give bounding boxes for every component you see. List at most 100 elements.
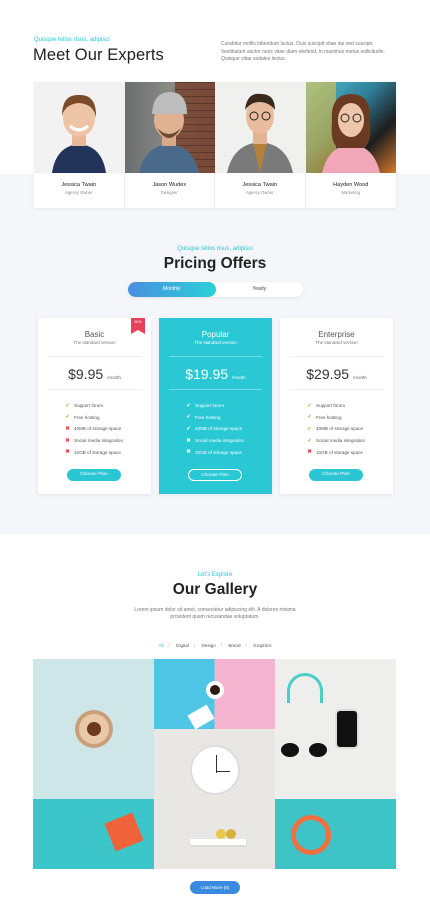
member-name: Jessica Twain	[242, 182, 278, 188]
feature-item: ✔ Social media integration	[307, 437, 366, 444]
member-name: Jessica Twain	[61, 182, 97, 188]
feature-item: ✖ 10GB of storage space	[307, 449, 363, 456]
feature-item: ✔ Support forum	[186, 402, 225, 409]
fruit-image	[226, 829, 236, 839]
plan-name: Basic	[84, 330, 105, 339]
team-row: Jessica Twain Agency Owner Jason Wudex D…	[34, 82, 396, 208]
smartphone-image	[337, 711, 357, 747]
toggle-yearly[interactable]: Yearly	[216, 282, 304, 297]
wall-clock-image	[190, 745, 240, 795]
feature-item: ✔ 40MB of storage space	[307, 425, 364, 432]
team-member-card[interactable]: Hayden Wood Marketing	[305, 82, 396, 208]
gallery-item[interactable]	[33, 659, 154, 799]
feature-list: ✔ Support forum ✔ Free hosting ✔ 40MB of st…	[185, 400, 244, 458]
check-icon: ✔	[65, 414, 70, 421]
feature-item: ✔ Free hosting	[186, 414, 221, 421]
notepad-image	[187, 704, 215, 729]
plan-name: Popular	[201, 330, 230, 339]
team-member-card[interactable]: Jessica Twain Agency Owner	[34, 82, 125, 208]
choose-plan-button[interactable]: Choose Plan	[67, 469, 121, 481]
filter-graphics[interactable]: Graphics	[253, 643, 271, 648]
toggle-monthly[interactable]: Monthly	[128, 282, 216, 297]
feature-item: ✔ 40MB of storage space	[186, 425, 243, 432]
plan-subtitle: The standard version	[73, 340, 116, 345]
check-icon: ✔	[186, 414, 191, 421]
check-icon: ✔	[307, 437, 312, 444]
filter-brand[interactable]: Brand	[228, 643, 240, 648]
gallery-filters: All / Digital / Design / Brand / Graphics	[158, 643, 272, 648]
member-photo	[124, 82, 215, 173]
check-icon: ✔	[307, 425, 312, 432]
notebook-image	[104, 812, 144, 852]
plan-card-popular: Popular The standard version $19.95 /mon…	[159, 318, 272, 494]
plan-price: $29.95 /month	[306, 366, 367, 382]
feature-item: ✖ 40MB of storage space	[65, 425, 122, 432]
headphones-image	[291, 815, 331, 855]
gallery-item[interactable]	[154, 659, 275, 729]
member-role: Marketing	[341, 190, 360, 195]
sunglasses-image	[281, 743, 327, 757]
gallery-item[interactable]	[275, 799, 396, 869]
plan-subtitle: The standard version	[315, 340, 358, 345]
gallery-item[interactable]	[275, 659, 396, 799]
member-photo	[215, 82, 306, 173]
plan-price: $9.95 /month	[68, 366, 121, 382]
cross-icon: ✖	[65, 425, 70, 432]
member-name: Jason Wudex	[152, 182, 187, 188]
gallery-eyebrow: Let's Explore	[197, 572, 233, 578]
check-icon: ✔	[65, 402, 70, 409]
cross-icon: ✖	[186, 437, 191, 444]
cross-icon: ✖	[65, 449, 70, 456]
experts-title: Meet Our Experts	[33, 46, 164, 64]
load-more-button[interactable]: Load More (8)	[190, 881, 240, 894]
member-role: Agency Owner	[65, 190, 93, 195]
member-role: Agency Owner	[246, 190, 274, 195]
pricing-eyebrow: Quisque tellus risus, adipisci	[177, 246, 253, 252]
gallery-item[interactable]	[33, 799, 154, 869]
feature-list: ✔ Support forum ✔ Free hosting ✔ 40MB of st…	[306, 400, 365, 458]
feature-item: ✔ Support forum	[65, 402, 104, 409]
check-icon: ✔	[186, 425, 191, 432]
gallery-item[interactable]	[154, 729, 275, 869]
cross-icon: ✖	[307, 449, 312, 456]
plan-card-basic: 50% Basic The standard version $9.95 /mo…	[38, 318, 151, 494]
divider	[169, 389, 262, 390]
feature-item: ✖ 10GB of storage space	[65, 449, 121, 456]
filter-digital[interactable]: Digital	[176, 643, 189, 648]
fruit-image	[216, 829, 226, 839]
plan-price: $19.95 /month	[185, 366, 246, 382]
feature-item: ✔ Support forum	[307, 402, 346, 409]
check-icon: ✔	[307, 402, 312, 409]
feature-item: ✖ Social media integration	[65, 437, 124, 444]
coffee-cup-image	[79, 714, 109, 744]
divider	[290, 389, 383, 390]
plan-subtitle: The standard version	[194, 340, 237, 345]
headphones-image	[287, 673, 323, 703]
choose-plan-button[interactable]: Choose Plan	[188, 469, 242, 481]
feature-item: ✖ 10GB of storage space	[186, 449, 242, 456]
team-member-card[interactable]: Jason Wudex Designer	[124, 82, 215, 208]
coffee-mug-image	[206, 681, 224, 699]
member-photo	[305, 82, 396, 173]
gallery-title: Our Gallery	[172, 581, 258, 598]
pricing-title: Pricing Offers	[163, 255, 267, 272]
feature-item: ✔ Free hosting	[65, 414, 100, 421]
billing-toggle: Monthly Yearly	[128, 282, 303, 297]
team-member-card[interactable]: Jessica Twain Agency Owner	[215, 82, 306, 208]
divider	[169, 356, 262, 357]
member-name: Hayden Wood	[333, 182, 369, 188]
feature-item: ✔ Free hosting	[307, 414, 342, 421]
feature-item: ✖ Social media integration	[186, 437, 245, 444]
member-photo	[34, 82, 125, 173]
gallery-grid	[33, 659, 396, 869]
shelf-image	[190, 839, 246, 845]
gallery-description: Lorem ipsum dolor sit amet, consectetur …	[134, 607, 296, 621]
choose-plan-button[interactable]: Choose Plan	[309, 469, 363, 481]
check-icon: ✔	[307, 414, 312, 421]
check-icon: ✔	[186, 402, 191, 409]
plan-card-enterprise: Enterprise The standard version $29.95 /…	[280, 318, 393, 494]
filter-design[interactable]: Design	[201, 643, 215, 648]
filter-all[interactable]: All	[158, 643, 163, 648]
experts-description: Curabitur mollis bibendum luctus. Duis s…	[221, 41, 385, 63]
divider	[48, 389, 141, 390]
